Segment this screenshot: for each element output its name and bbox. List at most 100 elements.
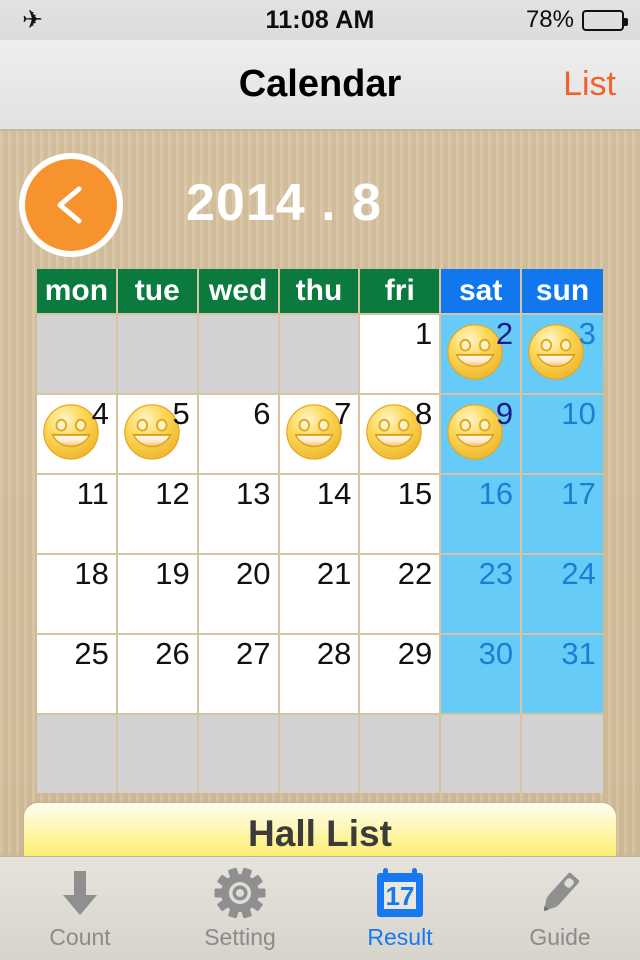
calendar-day-cell[interactable]: 17 xyxy=(522,475,603,553)
calendar-day-cell[interactable]: 19 xyxy=(117,555,199,633)
pencil-icon xyxy=(543,872,580,911)
calendar-day-cell[interactable]: 30 xyxy=(441,635,523,713)
down-arrow-icon xyxy=(63,871,97,915)
calendar-day-cell[interactable]: 20 xyxy=(198,555,280,633)
list-button[interactable]: List xyxy=(563,65,616,104)
calendar-cell-empty xyxy=(198,715,280,793)
day-number: 30 xyxy=(478,636,514,671)
calendar-page: 2014 . 8 mon tue wed thu fri sat sun 123456789… xyxy=(0,131,640,865)
weekday-header-wed: wed xyxy=(198,269,280,313)
day-number: 28 xyxy=(316,636,352,671)
status-bar: ✈ 11:08 AM 78% xyxy=(0,0,640,40)
calendar-day-cell[interactable]: 7 xyxy=(279,395,361,473)
calendar-day-cell[interactable]: 31 xyxy=(522,635,603,713)
day-number: 19 xyxy=(155,556,190,591)
calendar-day-cell[interactable]: 21 xyxy=(279,555,361,633)
day-number: 6 xyxy=(253,396,271,431)
calendar-17-icon-wrap: 17 xyxy=(373,866,427,920)
calendar-day-cell[interactable]: 4 xyxy=(37,395,118,473)
calendar-week-row: 11 12 13 14 15 16 17 xyxy=(37,473,603,553)
day-number: 23 xyxy=(478,556,514,591)
page-title: Calendar xyxy=(238,63,402,105)
calendar-cell-empty xyxy=(279,315,361,393)
day-number: 13 xyxy=(236,476,271,511)
tab-label: Result xyxy=(367,924,433,950)
calendar-day-cell[interactable]: 1 xyxy=(360,315,442,393)
calendar-day-cell[interactable]: 9 xyxy=(441,395,523,473)
tab-label: Count xyxy=(49,924,111,950)
weekday-header-tue: tue xyxy=(117,269,199,313)
calendar-day-cell[interactable]: 29 xyxy=(360,635,442,713)
calendar-day-cell[interactable]: 24 xyxy=(522,555,603,633)
day-number: 2 xyxy=(495,316,514,351)
calendar-cell-empty xyxy=(279,715,361,793)
tab-label: Setting xyxy=(204,924,276,950)
day-number: 16 xyxy=(478,476,514,511)
tab-count[interactable]: Count xyxy=(0,857,160,960)
weekday-header-sat: sat xyxy=(441,269,523,313)
day-number: 8 xyxy=(414,396,433,431)
calendar-week-row: 4 5 6 7 8 9 10 xyxy=(37,393,603,473)
calendar-day-cell[interactable]: 26 xyxy=(117,635,199,713)
day-number: 5 xyxy=(172,396,190,431)
calendar-day-cell[interactable]: 23 xyxy=(441,555,523,633)
calendar-day-cell[interactable]: 22 xyxy=(360,555,442,633)
status-bar-left: ✈ xyxy=(0,7,160,33)
calendar-day-cell[interactable]: 28 xyxy=(279,635,361,713)
tab-guide[interactable]: Guide xyxy=(480,857,640,960)
calendar-cell-empty xyxy=(441,715,523,793)
weekday-header-sun: sun xyxy=(522,269,603,313)
day-number: 15 xyxy=(397,476,433,511)
calendar-cell-empty xyxy=(37,715,118,793)
calendar-day-cell[interactable]: 15 xyxy=(360,475,442,553)
down-arrow-icon-wrap xyxy=(57,866,103,920)
calendar-day-cell[interactable]: 25 xyxy=(37,635,118,713)
tab-setting[interactable]: Setting xyxy=(160,857,320,960)
gear-icon-wrap xyxy=(214,866,266,920)
calendar-week-row: 18 19 20 21 22 23 24 xyxy=(37,553,603,633)
calendar-day-cell[interactable]: 5 xyxy=(117,395,199,473)
calendar-day-cell[interactable]: 16 xyxy=(441,475,523,553)
month-header: 2014 . 8 xyxy=(0,141,640,261)
calendar-day-cell[interactable]: 27 xyxy=(198,635,280,713)
day-number: 7 xyxy=(334,396,352,431)
calendar-day-cell[interactable]: 14 xyxy=(279,475,361,553)
calendar-day-cell[interactable]: 8 xyxy=(360,395,442,473)
day-number: 17 xyxy=(561,476,596,511)
day-number: 31 xyxy=(561,636,596,671)
chevron-left-icon xyxy=(57,186,82,224)
calendar-cell-empty xyxy=(117,315,199,393)
calendar-grid: mon tue wed thu fri sat sun 1 2 3 4 5 6 7 8 9 10 11 12 13 1… xyxy=(37,269,603,793)
day-number: 9 xyxy=(495,396,514,431)
status-bar-clock: 11:08 AM xyxy=(265,5,375,34)
calendar-day-cell[interactable]: 10 xyxy=(522,395,603,473)
day-number: 11 xyxy=(76,476,109,511)
tab-label: Guide xyxy=(529,924,591,950)
gear-icon xyxy=(214,867,266,919)
day-number: 12 xyxy=(155,476,190,511)
day-number: 25 xyxy=(74,636,109,671)
previous-month-button[interactable] xyxy=(19,153,123,257)
calendar-17-icon: 17 xyxy=(377,868,423,917)
calendar-week-row: 1 2 3 xyxy=(37,313,603,393)
calendar-day-cell[interactable]: 12 xyxy=(117,475,199,553)
day-number: 20 xyxy=(236,556,271,591)
calendar-week-row xyxy=(37,713,603,793)
calendar-day-cell[interactable]: 3 xyxy=(522,315,603,393)
day-number: 4 xyxy=(91,396,109,431)
day-number: 1 xyxy=(414,316,433,351)
calendar-week-row: 25 26 27 28 29 30 31 xyxy=(37,633,603,713)
weekday-header-fri: fri xyxy=(360,269,442,313)
calendar-weekday-header-row: mon tue wed thu fri sat sun xyxy=(37,269,603,313)
calendar-day-cell[interactable]: 13 xyxy=(198,475,280,553)
calendar-day-cell[interactable]: 18 xyxy=(37,555,118,633)
day-number: 22 xyxy=(397,556,433,591)
battery-percent-label: 78% xyxy=(525,6,574,33)
tab-bar: Count Setting 17 Result Guide xyxy=(0,856,640,960)
tab-result[interactable]: 17 Result xyxy=(320,857,480,960)
calendar-day-cell[interactable]: 6 xyxy=(198,395,280,473)
calendar-cell-empty xyxy=(522,715,603,793)
calendar-day-cell[interactable]: 2 xyxy=(441,315,523,393)
calendar-day-cell[interactable]: 11 xyxy=(37,475,118,553)
weekday-header-mon: mon xyxy=(37,269,118,313)
